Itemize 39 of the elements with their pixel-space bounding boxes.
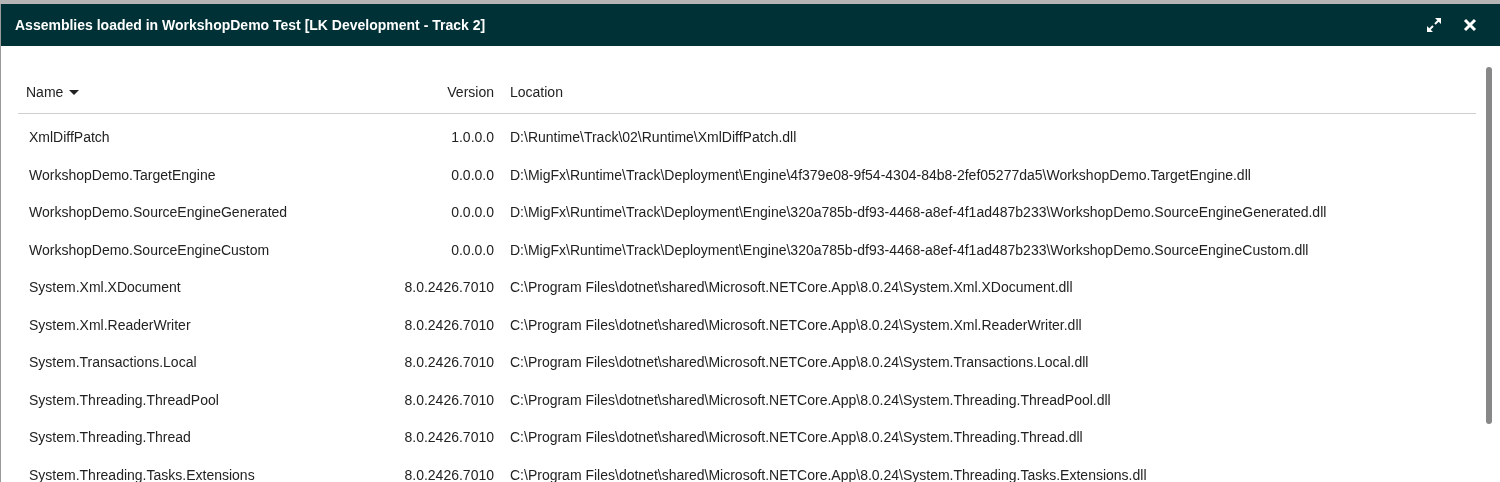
name-cell: System.Threading.ThreadPool	[29, 391, 219, 408]
location-cell: C:\Program Files\dotnet\shared\Microsoft.NETCore.App\8.0.24\System.Threading.Tasks.Extensions.dll	[510, 466, 1147, 482]
version-cell: 8.0.2426.7010	[404, 279, 494, 296]
column-header[interactable]: Version	[447, 82, 494, 103]
location-cell: C:\Program Files\dotnet\shared\Microsoft.NETCore.App\8.0.24\System.Threading.ThreadPool.dll	[510, 391, 1111, 408]
name-cell: WorkshopDemo.TargetEngine	[29, 166, 216, 183]
name-cell: System.Threading.Thread	[29, 429, 191, 446]
dialog-title: Assemblies loaded in WorkshopDemo Test [LK Development - Track 2]	[15, 15, 486, 35]
location-cell: C:\Program Files\dotnet\shared\Microsoft.NETCore.App\8.0.24\System.Threading.Thread.dll	[510, 429, 1083, 446]
version-cell: 8.0.2426.7010	[404, 354, 494, 371]
name-cell: WorkshopDemo.SourceEngineGenerated	[29, 204, 288, 221]
version-cell: 8.0.2426.7010	[404, 466, 494, 482]
version-cell: 8.0.2426.7010	[404, 429, 494, 446]
location-cell: D:\MigFx\Runtime\Track\Deployment\Engine\320a785b-df93-4468-a8ef-4f1ad487b233\WorkshopDemo.SourceEngineCustom.dll	[510, 241, 1309, 258]
version-cell: 8.0.2426.7010	[404, 316, 494, 333]
column-header[interactable]: Name	[26, 82, 80, 103]
close-icon	[1463, 18, 1477, 32]
version-cell: 0.0.0.0	[451, 166, 494, 183]
sort-descending-icon	[69, 89, 80, 96]
name-cell: System.Transactions.Local	[29, 354, 197, 371]
version-cell: 0.0.0.0	[451, 204, 494, 221]
name-cell: XmlDiffPatch	[29, 129, 110, 146]
maximize-button[interactable]	[1424, 15, 1444, 35]
column-header[interactable]: Location	[510, 82, 563, 103]
location-cell: D:\MigFx\Runtime\Track\Deployment\Engine\4f379e08-9f54-4304-84b8-2fef05277da5\WorkshopDemo.TargetEngine.dll	[510, 166, 1251, 183]
version-cell: 8.0.2426.7010	[404, 391, 494, 408]
location-cell: D:\Runtime\Track\02\Runtime\XmlDiffPatch.dll	[510, 129, 797, 146]
name-cell: System.Xml.ReaderWriter	[29, 316, 191, 333]
name-cell: System.Xml.XDocument	[29, 279, 181, 296]
name-cell: System.Threading.Tasks.Extensions	[29, 466, 255, 482]
location-cell: C:\Program Files\dotnet\shared\Microsoft.NETCore.App\8.0.24\System.Xml.ReaderWriter.dll	[510, 316, 1082, 333]
location-cell: C:\Program Files\dotnet\shared\Microsoft.NETCore.App\8.0.24\System.Xml.XDocument.dll	[510, 279, 1073, 296]
name-cell: WorkshopDemo.SourceEngineCustom	[29, 241, 270, 258]
expand-icon	[1426, 17, 1442, 33]
version-cell: 0.0.0.0	[451, 241, 494, 258]
version-cell: 1.0.0.0	[451, 129, 494, 146]
location-cell: D:\MigFx\Runtime\Track\Deployment\Engine\320a785b-df93-4468-a8ef-4f1ad487b233\WorkshopDemo.SourceEngineGenerated.dll	[510, 204, 1327, 221]
location-cell: C:\Program Files\dotnet\shared\Microsoft.NETCore.App\8.0.24\System.Transactions.Local.dll	[510, 354, 1089, 371]
scrollbar-thumb[interactable]	[1486, 67, 1492, 424]
